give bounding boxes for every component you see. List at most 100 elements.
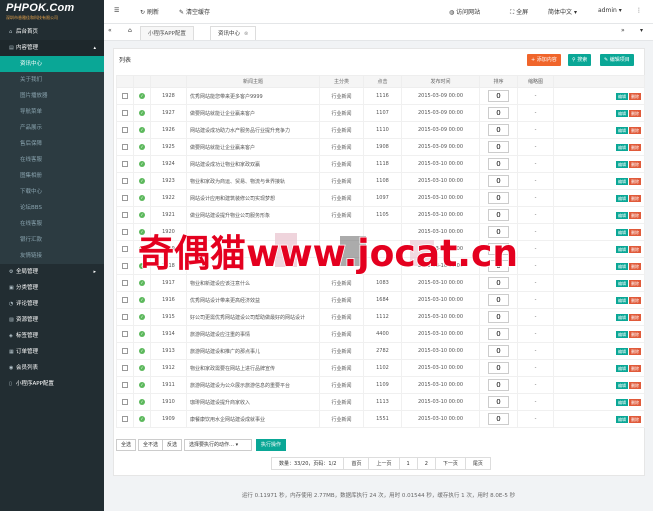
pager-last[interactable]: 尾页: [464, 457, 491, 470]
language-select[interactable]: 简体中文 ▾: [548, 7, 577, 16]
delete-button[interactable]: 删除: [629, 313, 641, 321]
pager-page-1[interactable]: 1: [398, 457, 418, 470]
sidebar-group[interactable]: ▦ 订单管理: [0, 344, 104, 360]
delete-button[interactable]: 删除: [629, 109, 641, 117]
sort-input[interactable]: 0: [488, 158, 509, 170]
edit-button[interactable]: 编辑: [616, 228, 628, 236]
check-circle-icon[interactable]: ✓: [139, 228, 145, 235]
edit-button[interactable]: 编辑: [616, 296, 628, 304]
check-circle-icon[interactable]: ✓: [139, 262, 145, 269]
bulk-action-select[interactable]: 选择要执行的动作… ▾: [184, 439, 252, 451]
sort-input[interactable]: 0: [488, 226, 509, 238]
row-title[interactable]: 网站设计应用和建筑装修公司实现梦想: [186, 189, 320, 207]
row-title[interactable]: 旅游网站建设应注重的事情: [186, 325, 320, 343]
row-checkbox[interactable]: [122, 262, 128, 269]
row-title[interactable]: 优秀网站能您带来更多客户9999: [186, 87, 320, 105]
row-checkbox[interactable]: [122, 126, 128, 133]
fullscreen-button[interactable]: ⛶ 全屏: [510, 7, 528, 17]
check-circle-icon[interactable]: ✓: [139, 398, 145, 405]
check-circle-icon[interactable]: ✓: [139, 143, 145, 150]
pager-page-2[interactable]: 2: [416, 457, 436, 470]
sort-input[interactable]: 0: [488, 141, 509, 153]
edit-button[interactable]: 编辑: [616, 262, 628, 270]
sidebar-subitem[interactable]: 在线客服: [0, 216, 104, 232]
edit-project-button[interactable]: ✎ 编辑项目: [600, 54, 634, 66]
delete-button[interactable]: 删除: [629, 194, 641, 202]
row-checkbox[interactable]: [122, 211, 128, 218]
pager-first[interactable]: 首页: [343, 457, 370, 470]
check-circle-icon[interactable]: ✓: [139, 109, 145, 116]
delete-button[interactable]: 删除: [629, 415, 641, 423]
row-title[interactable]: 网站建设成功让物业和家政双赢: [186, 155, 320, 173]
sidebar-subitem[interactable]: 资讯中心: [0, 56, 104, 72]
check-circle-icon[interactable]: ✓: [139, 313, 145, 320]
sidebar-group[interactable]: ▣ 分类管理: [0, 280, 104, 296]
sort-input[interactable]: 0: [488, 328, 509, 340]
sidebar-item-home[interactable]: ⌂ 后台首页: [0, 24, 104, 40]
invert-selection-button[interactable]: 反选: [162, 439, 183, 451]
row-checkbox[interactable]: [122, 313, 128, 320]
sidebar-subitem[interactable]: 在线客服: [0, 152, 104, 168]
delete-button[interactable]: 删除: [629, 262, 641, 270]
sidebar-subitem[interactable]: 图片播放器: [0, 88, 104, 104]
delete-button[interactable]: 删除: [629, 381, 641, 389]
row-title[interactable]: 旅游网站建设和推广的那点事儿: [186, 342, 320, 360]
row-title[interactable]: [186, 240, 320, 258]
row-title[interactable]: 物业和家政需要在网站上进行品牌宣传: [186, 359, 320, 377]
edit-button[interactable]: 编辑: [616, 160, 628, 168]
sort-input[interactable]: 0: [488, 192, 509, 204]
add-content-button[interactable]: + 添加内容: [527, 54, 561, 66]
home-tab-icon[interactable]: ⌂: [128, 27, 132, 34]
edit-button[interactable]: 编辑: [616, 347, 628, 355]
edit-button[interactable]: 编辑: [616, 364, 628, 372]
sort-input[interactable]: 0: [488, 294, 509, 306]
row-checkbox[interactable]: [122, 381, 128, 388]
check-circle-icon[interactable]: ✓: [139, 194, 145, 201]
sort-input[interactable]: 0: [488, 209, 509, 221]
visit-site-button[interactable]: ◍ 访问网站: [449, 7, 480, 16]
edit-button[interactable]: 编辑: [616, 177, 628, 185]
row-checkbox[interactable]: [122, 228, 128, 235]
sort-input[interactable]: 0: [488, 90, 509, 102]
pager-prev[interactable]: 上一页: [368, 457, 400, 470]
row-checkbox[interactable]: [122, 109, 128, 116]
search-button[interactable]: ⚲ 搜索: [568, 54, 592, 66]
check-circle-icon[interactable]: ✓: [139, 364, 145, 371]
sort-input[interactable]: 0: [488, 362, 509, 374]
row-title[interactable]: 做业网站建设提升物业公司服务形象: [186, 206, 320, 224]
edit-button[interactable]: 编辑: [616, 109, 628, 117]
delete-button[interactable]: 删除: [629, 177, 641, 185]
row-checkbox[interactable]: [122, 364, 128, 371]
row-title[interactable]: 好公司更需优秀网站建设公司帮助做最好的网站设计: [186, 308, 320, 326]
check-circle-icon[interactable]: ✓: [139, 381, 145, 388]
edit-button[interactable]: 编辑: [616, 330, 628, 338]
delete-button[interactable]: 删除: [629, 228, 641, 236]
scroll-right-icon[interactable]: »: [621, 27, 625, 34]
check-circle-icon[interactable]: ✓: [139, 126, 145, 133]
row-checkbox[interactable]: [122, 296, 128, 303]
more-icon[interactable]: ⋮: [636, 7, 642, 14]
delete-button[interactable]: 删除: [629, 143, 641, 151]
delete-button[interactable]: 删除: [629, 330, 641, 338]
edit-button[interactable]: 编辑: [616, 194, 628, 202]
sidebar-subitem[interactable]: 关于我们: [0, 72, 104, 88]
row-title[interactable]: [186, 257, 320, 275]
sidebar-subitem[interactable]: 售后保障: [0, 136, 104, 152]
delete-button[interactable]: 删除: [629, 296, 641, 304]
refresh-button[interactable]: ↻ 刷新: [140, 7, 159, 16]
sidebar-subitem[interactable]: 友情链接: [0, 248, 104, 264]
row-checkbox[interactable]: [122, 92, 128, 99]
row-checkbox[interactable]: [122, 415, 128, 422]
check-circle-icon[interactable]: ✓: [139, 160, 145, 167]
menu-toggle-icon[interactable]: ☰: [114, 7, 119, 14]
select-all-button[interactable]: 全选: [116, 439, 137, 451]
edit-button[interactable]: 编辑: [616, 415, 628, 423]
delete-button[interactable]: 删除: [629, 279, 641, 287]
edit-button[interactable]: 编辑: [616, 381, 628, 389]
row-checkbox[interactable]: [122, 194, 128, 201]
sort-input[interactable]: 0: [488, 260, 509, 272]
sidebar-subitem[interactable]: 图集相册: [0, 168, 104, 184]
sort-input[interactable]: 0: [488, 277, 509, 289]
edit-button[interactable]: 编辑: [616, 126, 628, 134]
sidebar-group[interactable]: ◔ 评论管理: [0, 296, 104, 312]
